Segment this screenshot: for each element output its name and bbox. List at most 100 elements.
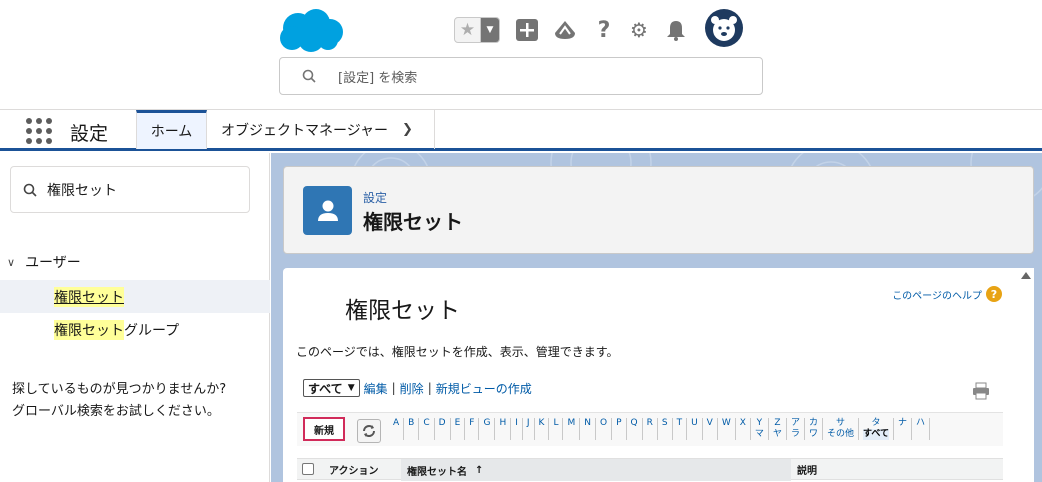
alphabet-filter-item[interactable]: カワ	[805, 418, 823, 440]
alphabet-filter-letter[interactable]: J	[527, 418, 530, 429]
notifications-bell-icon[interactable]	[664, 18, 688, 42]
alphabet-filter-letter[interactable]: M	[567, 418, 575, 429]
alphabet-filter-item[interactable]: G	[479, 418, 496, 440]
alphabet-filter-item[interactable]: ナ	[894, 418, 913, 440]
column-name[interactable]: 権限セット名 ↑	[401, 459, 791, 481]
alphabet-filter-item[interactable]: E	[451, 418, 466, 440]
alphabet-filter-letter[interactable]: すべて	[863, 429, 890, 440]
alphabet-filter-letter[interactable]: ワ	[809, 429, 818, 440]
alphabet-filter-item[interactable]: A	[389, 418, 405, 440]
scroll-up-icon[interactable]	[1021, 272, 1031, 279]
alphabet-filter-letter[interactable]: V	[707, 418, 713, 429]
alphabet-filter-item[interactable]: Zヤ	[769, 418, 787, 440]
alphabet-filter-letter[interactable]: O	[600, 418, 607, 429]
alphabet-filter-item[interactable]: タすべて	[859, 418, 895, 440]
alphabet-filter-letter[interactable]: Q	[631, 418, 638, 429]
alphabet-filter-item[interactable]: X	[736, 418, 751, 440]
alphabet-filter-letter[interactable]: ラ	[791, 429, 800, 440]
alphabet-filter-letter[interactable]: ハ	[916, 418, 925, 429]
chevron-down-icon[interactable]: ❯	[402, 122, 413, 137]
sidebar-item-permission-set-groups[interactable]: 権限セット グループ	[0, 313, 270, 346]
alphabet-filter-letter[interactable]: U	[691, 418, 698, 429]
tree-section-users[interactable]: ∨ ユーザー	[7, 252, 81, 272]
tab-object-manager[interactable]: オブジェクトマネージャー ❯	[207, 110, 435, 149]
select-all-checkbox[interactable]	[302, 463, 314, 475]
alphabet-filter-letter[interactable]: サ	[827, 418, 854, 429]
help-question-icon[interactable]: ?	[986, 286, 1002, 302]
alphabet-filter-item[interactable]: P	[612, 418, 627, 440]
alphabet-filter-item[interactable]: R	[643, 418, 658, 440]
alphabet-filter-letter[interactable]: タ	[863, 418, 889, 429]
alphabet-filter-item[interactable]: B	[404, 418, 420, 440]
alphabet-filter-letter[interactable]: Z	[773, 418, 782, 429]
alphabet-filter-letter[interactable]: その他	[827, 429, 854, 440]
scrollbar[interactable]	[1018, 268, 1034, 482]
delete-view-link[interactable]: 削除	[400, 380, 424, 397]
alphabet-filter-item[interactable]: J	[523, 418, 535, 440]
alphabet-filter-letter[interactable]: T	[677, 418, 683, 429]
alphabet-filter-item[interactable]: H	[495, 418, 512, 440]
setup-search-input[interactable]: [設定] を検索	[279, 57, 763, 95]
salesforce-cloud-logo[interactable]	[278, 8, 344, 54]
alphabet-filter-letter[interactable]: S	[662, 418, 668, 429]
alphabet-filter-letter[interactable]: W	[722, 418, 731, 429]
alphabet-filter-item[interactable]: F	[465, 418, 480, 440]
printer-icon[interactable]	[972, 382, 990, 400]
alphabet-filter-letter[interactable]: B	[408, 418, 414, 429]
alphabet-filter-letter[interactable]: A	[393, 418, 399, 429]
alphabet-filter-letter[interactable]: N	[584, 418, 591, 429]
alphabet-filter-item[interactable]: Yマ	[751, 418, 769, 440]
alphabet-filter-letter[interactable]: G	[483, 418, 490, 429]
alphabet-filter-item[interactable]: I	[511, 418, 523, 440]
alphabet-filter-letter[interactable]: F	[469, 418, 474, 429]
alphabet-filter-item[interactable]: Q	[627, 418, 643, 440]
alphabet-filter-letter[interactable]: R	[647, 418, 653, 429]
alphabet-filter-letter[interactable]: H	[499, 418, 506, 429]
favorites-dropdown-icon[interactable]: ▼	[481, 18, 499, 42]
alphabet-filter-item[interactable]: K	[535, 418, 550, 440]
alphabet-filter-item[interactable]: V	[703, 418, 718, 440]
alphabet-filter-letter[interactable]: C	[423, 418, 429, 429]
alphabet-filter-letter[interactable]: ナ	[898, 418, 907, 429]
new-button[interactable]: 新規	[303, 417, 345, 441]
alphabet-filter-letter[interactable]: I	[515, 418, 518, 429]
alphabet-filter-item[interactable]: サその他	[823, 418, 859, 440]
quick-find-input[interactable]: 権限セット	[10, 166, 250, 213]
help-link[interactable]: このページのヘルプ ?	[892, 286, 1002, 302]
help-icon[interactable]: ?	[592, 18, 616, 43]
alphabet-filter-letter[interactable]: Y	[755, 418, 764, 429]
column-description[interactable]: 説明	[797, 462, 817, 477]
favorite-star-icon[interactable]: ★	[455, 18, 481, 42]
alphabet-filter-letter[interactable]: X	[740, 418, 746, 429]
sidebar-item-permission-sets[interactable]: 権限セット	[0, 280, 270, 313]
breadcrumb[interactable]: 設定	[363, 189, 387, 206]
alphabet-filter-item[interactable]: D	[435, 418, 451, 440]
alphabet-filter-item[interactable]: N	[580, 418, 596, 440]
alphabet-filter-letter[interactable]: L	[553, 418, 558, 429]
view-select[interactable]: すべて ▼	[303, 379, 360, 397]
alphabet-filter-item[interactable]: T	[673, 418, 688, 440]
alphabet-filter-letter[interactable]: カ	[809, 418, 818, 429]
create-view-link[interactable]: 新規ビューの作成	[436, 380, 532, 397]
setup-gear-icon[interactable]: ⚙	[627, 18, 651, 42]
alphabet-filter-item[interactable]: ハ	[912, 418, 931, 440]
alphabet-filter-letter[interactable]: P	[616, 418, 621, 429]
trailhead-icon[interactable]	[553, 18, 577, 42]
alphabet-filter-letter[interactable]: ヤ	[773, 429, 782, 440]
alphabet-filter-item[interactable]: S	[658, 418, 673, 440]
user-avatar[interactable]	[705, 9, 743, 47]
alphabet-filter-letter[interactable]: E	[455, 418, 461, 429]
edit-view-link[interactable]: 編集	[364, 380, 388, 397]
alphabet-filter-item[interactable]: W	[718, 418, 736, 440]
alphabet-filter-item[interactable]: U	[687, 418, 703, 440]
refresh-icon[interactable]	[357, 419, 381, 443]
alphabet-filter-item[interactable]: M	[563, 418, 581, 440]
global-actions-plus-icon[interactable]	[515, 18, 539, 42]
alphabet-filter-letter[interactable]: ア	[791, 418, 800, 429]
alphabet-filter-letter[interactable]: マ	[755, 429, 764, 440]
alphabet-filter-item[interactable]: L	[549, 418, 564, 440]
alphabet-filter-item[interactable]: O	[596, 418, 613, 440]
alphabet-filter-item[interactable]: C	[419, 418, 435, 440]
alphabet-filter-letter[interactable]: K	[539, 418, 545, 429]
app-launcher-icon[interactable]	[26, 118, 52, 144]
